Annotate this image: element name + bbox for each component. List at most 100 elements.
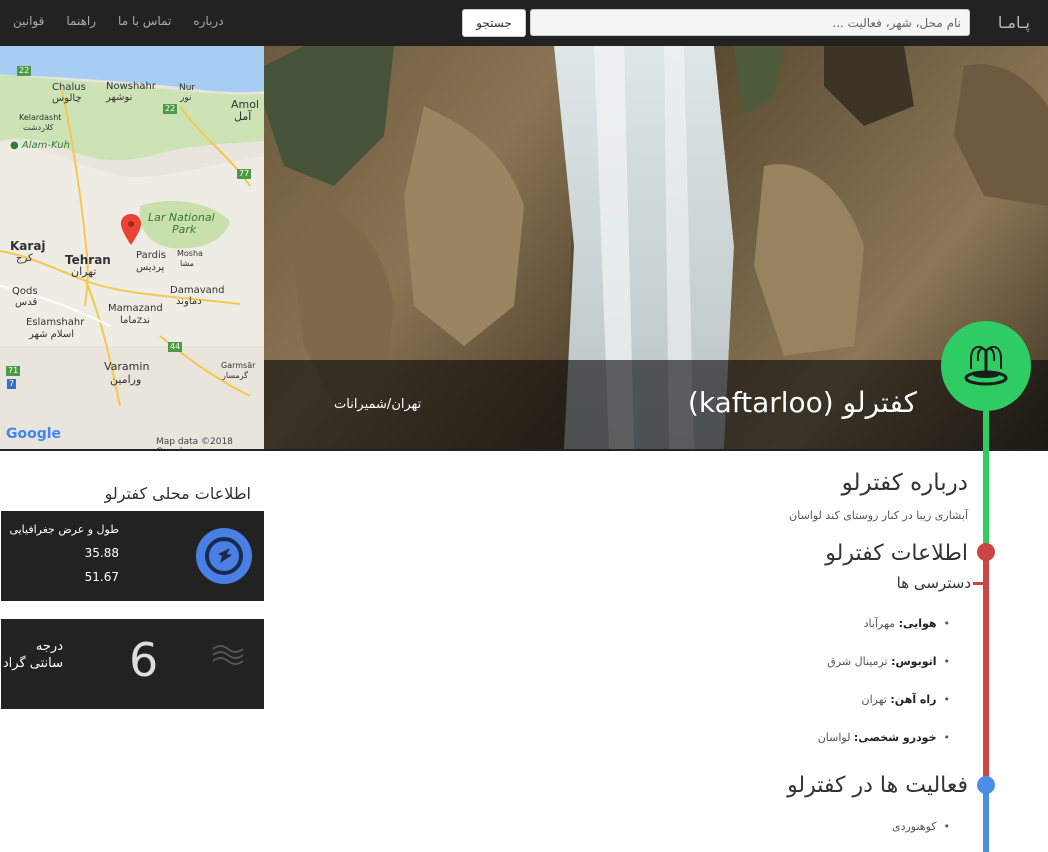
map-label-karaj-fa: کرج [16,253,33,264]
map-label-chalus-fa: چالوس [52,93,82,104]
map-label-damavand: Damavand [170,285,225,296]
place-title: کفترلو (kaftarloo) [687,386,917,419]
map-label-amol-fa: آمل [234,110,252,123]
coords-lat: 35.88 [84,546,119,560]
map-label-qods: Qods [12,286,38,297]
location-map[interactable]: 22 Chalus چالوس Nowshahr نوشهر Nur نور 2… [0,46,264,449]
map-label-damavand-fa: دماوند [176,296,202,307]
bullet: • [936,820,951,833]
map-label-qods-fa: قدس [15,297,38,308]
activity-text: کوهنوردی [891,820,937,833]
alam-kuh-text: Alam-Kuh [21,140,70,151]
coords-card: طول و عرض جغرافیایی 35.88 51.67 [1,511,264,601]
nav-link-about[interactable]: درباره [193,14,223,28]
bullet: • [936,655,951,668]
list-item: • راه آهن: تهران [862,693,950,706]
category-badge [941,321,1031,411]
road-22b-marker: 22 [163,104,178,114]
compass-icon [196,528,252,584]
map-label-mosha: Mosha [177,249,203,258]
map-label-garmsar: Garmsār [221,361,256,370]
weather-card: 6 درجه سانتی گراد [1,619,264,709]
coords-lng: 51.67 [84,570,119,584]
list-item: • هوایی: مهرآباد [864,617,950,630]
list-item: • اتوبوس: ترمینال شرق [827,655,950,668]
map-label-garmsar-fa: گرمسار [222,371,248,380]
map-label-mosha-fa: مشا [180,259,194,268]
map-label-varamin-fa: ورامین [110,373,142,386]
place-location: تهران/شمیرانات [334,397,422,412]
coords-label: طول و عرض جغرافیایی [9,523,119,536]
brand-logo[interactable]: پـامـا [998,13,1030,32]
road-77-marker: 77 [237,169,252,179]
timeline-dot-red [977,543,995,561]
map-label-kelardasht-fa: کلاردشت [23,123,54,132]
map-label-nur-fa: نور [180,93,192,103]
list-item: • کوهنوردی [892,820,950,833]
access-key: اتوبوس: [891,655,937,668]
temperature-value: 6 [129,633,159,687]
road-44-marker: 44 [168,342,183,352]
map-label-chalus: Chalus [52,82,86,93]
map-label-pardis: Pardis [136,250,166,261]
access-key: هوایی: [898,617,937,630]
map-label-nowshahr: Nowshahr [106,81,156,92]
waves-icon [212,645,244,665]
map-label-eslamshahr: Eslamshahr [26,317,85,328]
about-title: درباره کفترلو [841,470,968,496]
map-label-nur: Nur [179,83,196,93]
map-label-lar-park: Lar National [148,211,215,224]
access-title: دسترسی ها [896,574,971,592]
info-title: اطلاعات کفترلو [825,541,968,566]
map-label-tehran: Tehran [65,253,111,267]
access-value: لواسان [817,731,854,744]
access-key: راه آهن: [890,693,937,706]
map-label-pardis-fa: پردیس [136,262,165,273]
navbar: قوانین راهنما تماس با ما درباره جستجو پـ… [0,0,1048,46]
timeline-segment-red [983,552,989,785]
nav-link-contact[interactable]: تماس با ما [118,14,171,28]
map-label-eslamshahr-fa: اسلام شهر [29,329,74,340]
road-7-marker: 7 [7,379,17,389]
map-label-alam-kuh: ● Alam-Kuh [10,141,70,151]
park-icon: ● [10,140,19,151]
map-label-nowshahr-fa: نوشهر [106,92,133,103]
road-71-marker: 71 [6,366,21,376]
timeline-segment-green [983,400,989,552]
map-label-varamin: Varamin [104,360,150,373]
access-value: ترمینال شرق [827,655,892,668]
temperature-unit-2: سانتی گراد [2,656,63,671]
divider [0,449,1048,451]
timeline-segment-blue [983,785,989,852]
access-value: مهرآباد [863,617,899,630]
about-text: آبشاری زیبا در کنار روستای کند لواسان [789,509,968,522]
nav-links: قوانین راهنما تماس با ما درباره [13,14,224,28]
map-label-mamazand: Mamazand [108,303,163,314]
map-label-lar-park-2: Park [172,223,197,236]
access-key: خودرو شخصی: [853,731,937,744]
timeline-dot-blue [977,776,995,794]
bullet: • [936,693,951,706]
access-value: تهران [861,693,891,706]
nav-link-rules[interactable]: قوانین [13,14,44,28]
nav-link-guide[interactable]: راهنما [66,14,96,28]
map-label-tehran-fa: تهران [71,265,97,278]
map-label-mamazand-fa: ماماzند [120,315,151,326]
activities-title: فعالیت ها در کفترلو [787,773,968,798]
hero-image: کفترلو (kaftarloo) تهران/شمیرانات [264,46,1048,449]
local-info-title: اطلاعات محلی کفترلو [104,484,251,503]
search-button[interactable]: جستجو [462,9,526,37]
map-label-kelardasht: Kelardasht [19,113,62,122]
bullet: • [936,731,951,744]
map-label-amol: Amol [231,98,260,111]
map-attribution[interactable]: Map data ©2018 Google [156,437,264,449]
google-logo: Google [6,426,62,442]
map-label-karaj: Karaj [10,239,46,253]
search-input[interactable] [530,9,970,36]
timeline-tick [973,582,985,585]
bullet: • [936,617,951,630]
list-item: • خودرو شخصی: لواسان [818,731,950,744]
fountain-icon [964,345,1008,386]
temperature-unit-1: درجه [35,639,63,654]
road-22-marker: 22 [17,66,32,76]
